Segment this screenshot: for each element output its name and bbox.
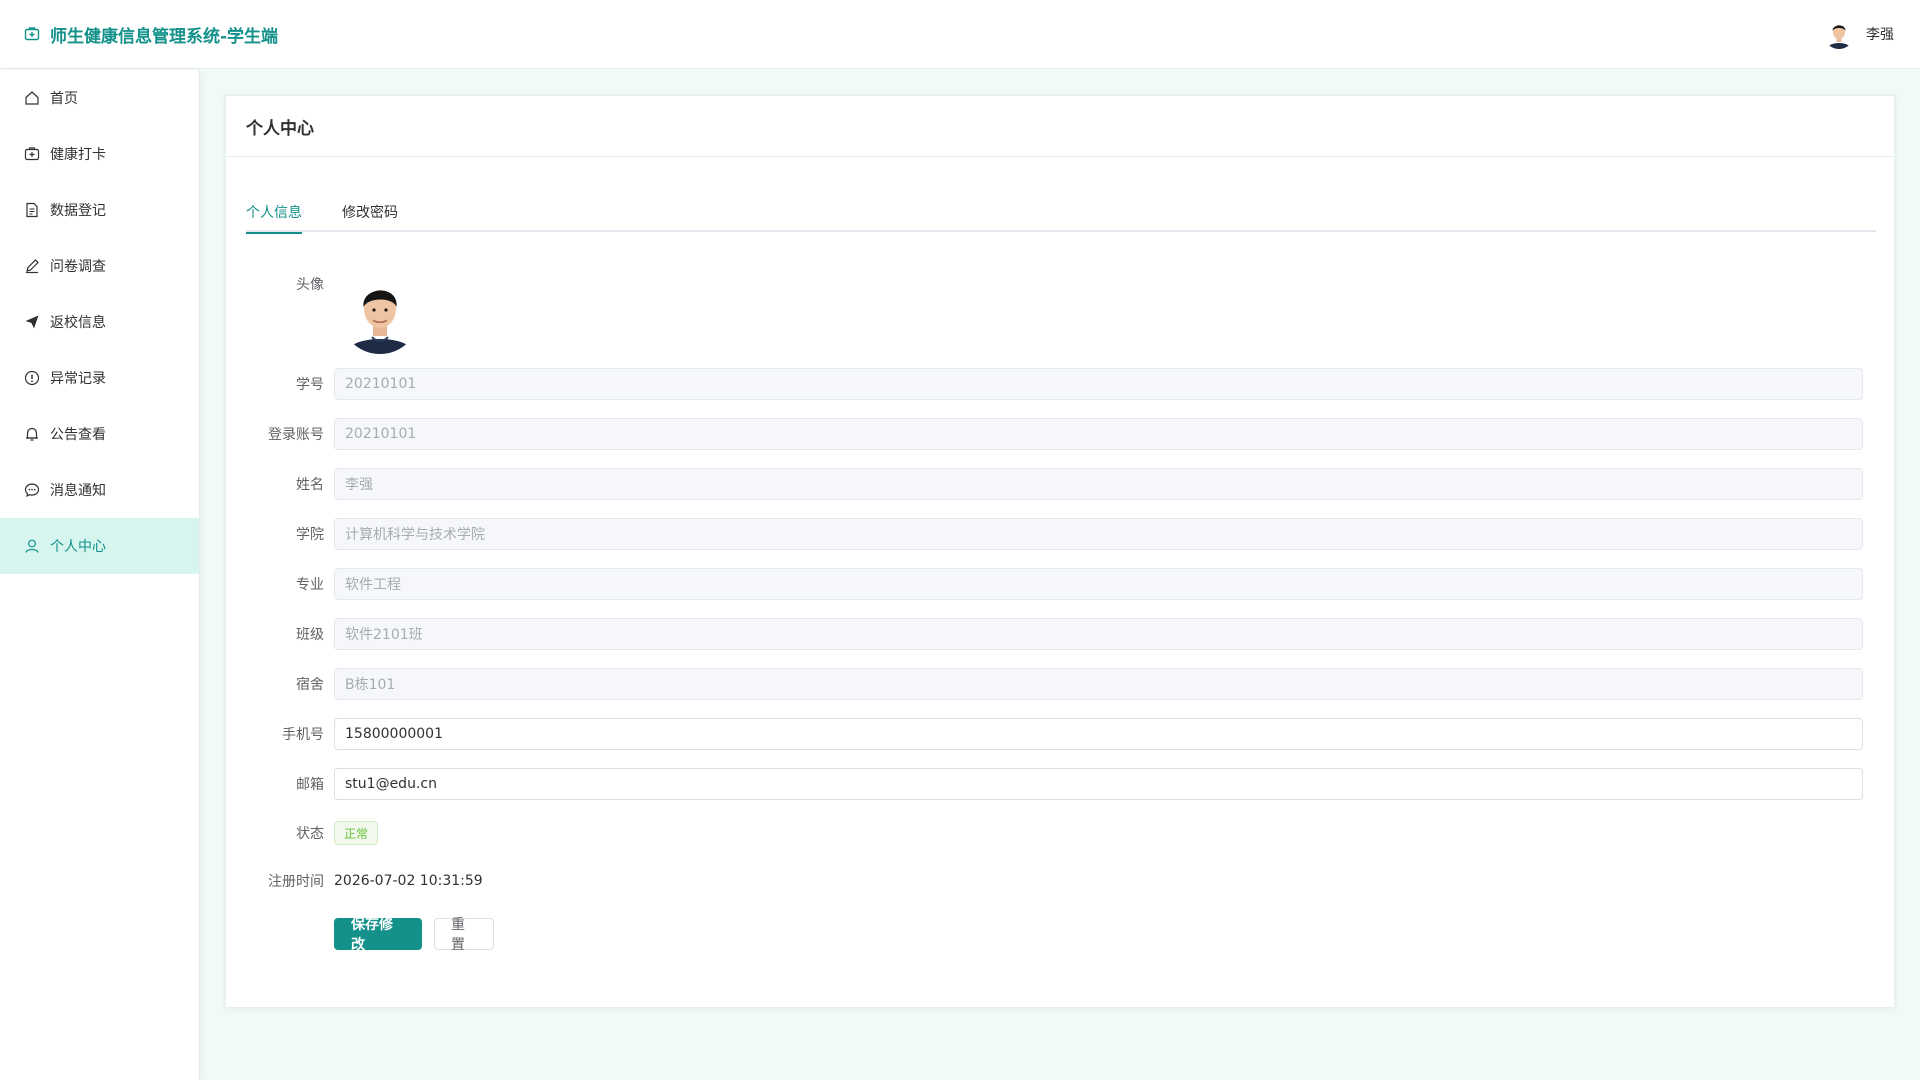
form-row-dorm: 宿舍 B栋101 bbox=[226, 668, 1894, 700]
major-field: 软件工程 bbox=[334, 568, 1863, 600]
sidebar-item-profile[interactable]: 个人中心 bbox=[0, 518, 199, 574]
home-icon bbox=[25, 91, 39, 105]
form-row-college: 学院 计算机科学与技术学院 bbox=[226, 518, 1894, 550]
login-account-field: 20210101 bbox=[334, 418, 1863, 450]
sidebar-item-data-register[interactable]: 数据登记 bbox=[0, 182, 199, 238]
field-label: 手机号 bbox=[282, 727, 324, 743]
form-row-status: 状态 正常 bbox=[226, 821, 1894, 845]
form-row-phone: 手机号 15800000001 bbox=[226, 718, 1894, 750]
sidebar-item-label: 健康打卡 bbox=[50, 147, 106, 163]
field-label: 状态 bbox=[296, 826, 324, 842]
profile-form: 头像 学号 20210101 登录账号 20210101 姓名 李强 学院 计算… bbox=[226, 96, 1894, 1007]
edit-pen-icon bbox=[26, 259, 39, 274]
field-label: 登录账号 bbox=[268, 427, 324, 443]
sidebar-item-announcements[interactable]: 公告查看 bbox=[0, 406, 199, 462]
app-brand[interactable]: 师生健康信息管理系统-学生端 bbox=[24, 22, 278, 47]
bell-icon bbox=[26, 427, 38, 441]
form-row-actions: 保存修改 重置 bbox=[226, 917, 1894, 953]
sidebar-item-label: 首页 bbox=[50, 91, 78, 107]
sidebar-item-health-checkin[interactable]: 健康打卡 bbox=[0, 126, 199, 182]
first-aid-icon bbox=[24, 27, 40, 41]
student-id-field: 20210101 bbox=[334, 368, 1863, 400]
form-row-student-id: 学号 20210101 bbox=[226, 368, 1894, 400]
first-aid-icon bbox=[24, 147, 40, 161]
sidebar-item-label: 问卷调查 bbox=[50, 259, 106, 275]
app-title: 师生健康信息管理系统-学生端 bbox=[50, 26, 279, 47]
document-icon bbox=[26, 202, 38, 218]
sidebar-item-return-info[interactable]: 返校信息 bbox=[0, 294, 199, 350]
user-icon bbox=[25, 539, 39, 553]
sidebar-item-label: 消息通知 bbox=[50, 483, 106, 499]
class-field: 软件2101班 bbox=[334, 618, 1863, 650]
form-row-email: 邮箱 stu1@edu.cn bbox=[226, 768, 1894, 800]
form-row-major: 专业 软件工程 bbox=[226, 568, 1894, 600]
avatar[interactable] bbox=[1824, 19, 1854, 49]
form-row-class: 班级 软件2101班 bbox=[226, 618, 1894, 650]
reset-button[interactable]: 重置 bbox=[434, 917, 494, 953]
user-menu[interactable]: 李强 bbox=[1824, 19, 1894, 49]
form-row-register-time: 注册时间 2026-07-02 10:31:59 bbox=[226, 871, 1894, 891]
sidebar-item-messages[interactable]: 消息通知 bbox=[0, 462, 199, 518]
form-row-login-account: 登录账号 20210101 bbox=[226, 418, 1894, 450]
register-time-value: 2026-07-02 10:31:59 bbox=[334, 873, 483, 889]
profile-card: 个人中心 个人信息 修改密码 头像 学号 20210101 登录账号 20210… bbox=[225, 95, 1895, 1008]
user-name: 李强 bbox=[1866, 27, 1894, 43]
field-label: 学号 bbox=[296, 377, 324, 393]
profile-avatar[interactable] bbox=[340, 274, 420, 354]
paper-plane-icon bbox=[25, 315, 39, 329]
sidebar-item-label: 返校信息 bbox=[50, 315, 106, 331]
field-label: 班级 bbox=[296, 627, 324, 643]
top-header: 师生健康信息管理系统-学生端 李强 bbox=[0, 0, 1920, 69]
sidebar-item-label: 异常记录 bbox=[50, 371, 106, 387]
dorm-field: B栋101 bbox=[334, 668, 1863, 700]
sidebar-item-label: 个人中心 bbox=[50, 539, 106, 555]
warning-circle-icon bbox=[24, 370, 40, 386]
sidebar-item-home[interactable]: 首页 bbox=[0, 70, 199, 126]
field-label: 宿舍 bbox=[296, 677, 324, 693]
email-input[interactable]: stu1@edu.cn bbox=[334, 768, 1863, 800]
field-label: 专业 bbox=[296, 577, 324, 593]
sidebar: 首页 健康打卡 数据登记 问卷调查 返校信息 异常记录 公告查看 消息通知 个人… bbox=[0, 70, 200, 1080]
name-field: 李强 bbox=[334, 468, 1863, 500]
field-label: 学院 bbox=[296, 527, 324, 543]
sidebar-item-label: 公告查看 bbox=[50, 427, 106, 443]
sidebar-item-abnormal-records[interactable]: 异常记录 bbox=[0, 350, 199, 406]
field-label: 注册时间 bbox=[268, 874, 324, 890]
avatar-label: 头像 bbox=[296, 277, 324, 293]
form-row-name: 姓名 李强 bbox=[226, 468, 1894, 500]
sidebar-item-survey[interactable]: 问卷调查 bbox=[0, 238, 199, 294]
chat-bubble-icon bbox=[24, 483, 40, 498]
phone-input[interactable]: 15800000001 bbox=[334, 718, 1863, 750]
form-row-avatar: 头像 bbox=[226, 274, 1894, 354]
college-field: 计算机科学与技术学院 bbox=[334, 518, 1863, 550]
field-label: 邮箱 bbox=[296, 777, 324, 793]
field-label: 姓名 bbox=[296, 477, 324, 493]
sidebar-item-label: 数据登记 bbox=[50, 203, 106, 219]
save-button[interactable]: 保存修改 bbox=[334, 917, 422, 953]
status-badge: 正常 bbox=[334, 821, 379, 845]
